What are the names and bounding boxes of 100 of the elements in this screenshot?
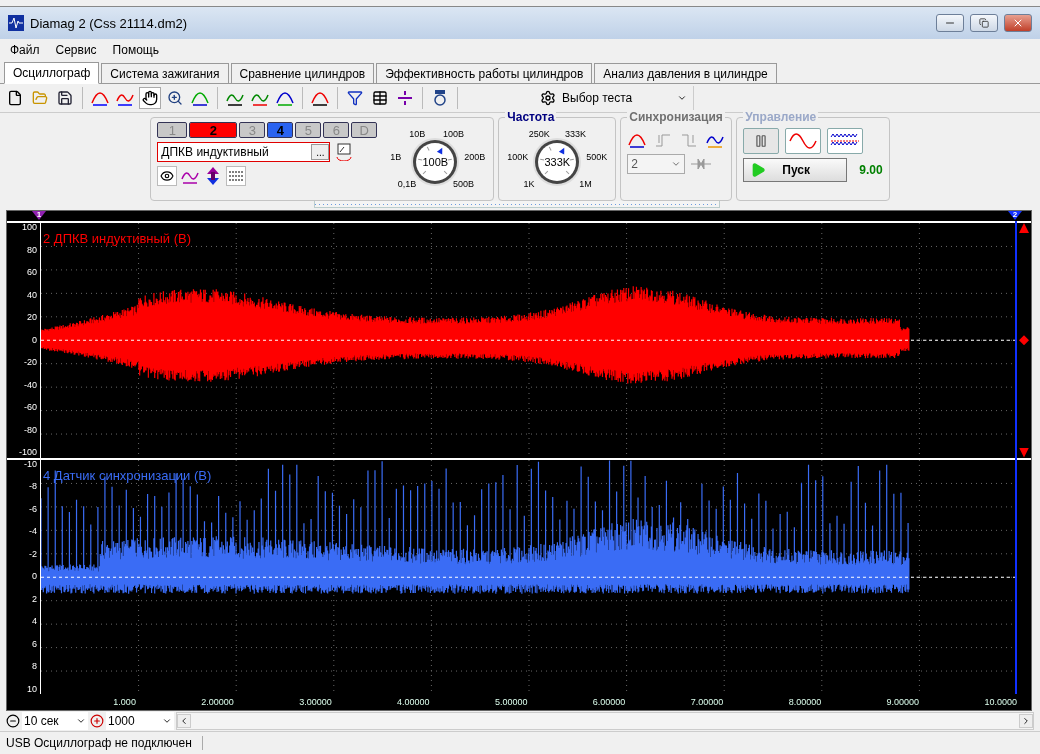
axis-tick-label: 20 <box>27 313 37 323</box>
axis-tick-label: 5.00000 <box>493 696 528 709</box>
caret-icon <box>162 716 172 726</box>
axis-tick-label: 2 <box>32 594 37 604</box>
step-up-icon <box>655 132 672 148</box>
axis-tick-label: -20 <box>24 358 37 368</box>
knob-scale-label: 250K <box>528 129 550 140</box>
arrows-icon <box>691 159 712 169</box>
hand-button[interactable] <box>139 87 161 109</box>
split-icon <box>397 90 413 106</box>
caret-icon <box>76 716 86 726</box>
menu-item[interactable]: Помощь <box>106 41 165 59</box>
maximize-button[interactable] <box>970 14 998 32</box>
zoom-in-icon[interactable] <box>90 714 104 728</box>
tab[interactable]: Сравнение цилиндров <box>230 63 375 83</box>
grid-lines-button[interactable] <box>226 166 247 186</box>
wave-icon <box>311 89 329 107</box>
axis-tick-label: -60 <box>24 403 37 413</box>
duration-dropdown[interactable]: 10 сек <box>22 712 88 730</box>
axis-tick-label: 6 <box>32 639 37 649</box>
knob-scale-label: 1В <box>390 152 402 163</box>
sensor-field[interactable]: ДПКВ индуктивный ... <box>157 142 331 162</box>
axis-tick-label: -4 <box>29 527 37 537</box>
close-button[interactable] <box>1004 14 1032 32</box>
knob-scale-label: 1K <box>523 178 535 189</box>
wave-icon <box>276 89 294 107</box>
axis-tick-label: -8 <box>29 482 37 492</box>
status-text: USB Осциллограф не подключен <box>0 736 203 750</box>
group-title: Синхронизация <box>627 110 725 124</box>
knob-scale-label: 0,1В <box>397 178 417 189</box>
close-icon <box>1012 17 1024 29</box>
tab[interactable]: Эффективность работы цилиндров <box>376 63 593 83</box>
axis-tick-label: 9.00000 <box>885 696 920 709</box>
axis-tick-label: 8 <box>32 662 37 672</box>
menu-item[interactable]: Сервис <box>49 41 103 59</box>
axis-tick-label: 2.00000 <box>200 696 234 709</box>
points-dropdown[interactable]: 1000 <box>106 712 174 730</box>
wave-icon <box>191 89 209 107</box>
axis-tick-label: 60 <box>27 268 37 278</box>
axis-tick-label: 6.00000 <box>591 696 626 709</box>
trace-label: 2 ДПКВ индуктивный (В) <box>43 231 192 246</box>
axis-tick-label: -40 <box>24 380 37 390</box>
sync-channel-dropdown[interactable]: 2 <box>627 154 686 174</box>
reading: 9.00 <box>859 163 883 177</box>
window-title: Diamag 2 (Css 21114.dm2) <box>30 15 188 31</box>
double-arrow-icon <box>206 167 221 185</box>
noise-mode-button[interactable] <box>827 128 864 154</box>
file-icon <box>7 90 23 106</box>
axis-tick-label: 10.0000 <box>983 696 1017 709</box>
knob-scale-label: 100K <box>507 152 529 163</box>
caret-icon <box>677 93 687 103</box>
sensor-name: ДПКВ индуктивный <box>161 145 269 159</box>
axis-tick-label: 4.00000 <box>396 696 430 709</box>
meter-icon <box>335 143 354 161</box>
axis-tick-label: 0 <box>32 572 37 582</box>
visibility-button[interactable] <box>157 166 178 186</box>
step-down-icon <box>681 132 698 148</box>
sine-mode-button[interactable] <box>785 128 822 154</box>
pause-icon <box>754 134 769 148</box>
eye-icon <box>160 169 175 183</box>
axis-tick-label: -6 <box>29 504 37 514</box>
knob-scale-label: 1M <box>579 178 592 189</box>
pause-button[interactable] <box>743 128 780 154</box>
marker-flag[interactable]: 1 <box>32 211 46 220</box>
wave-icon <box>91 89 109 107</box>
menu-item[interactable]: Файл <box>4 41 46 59</box>
browse-button[interactable]: ... <box>311 144 330 160</box>
knob-scale-label: 500K <box>586 152 608 163</box>
app-icon <box>8 15 24 31</box>
knob-scale-label: 200В <box>464 152 486 163</box>
axis-tick-label: -10 <box>24 459 37 469</box>
filter-icon <box>347 90 363 106</box>
axis-tick-label: -2 <box>29 549 37 559</box>
auto-gauge-icon <box>432 90 448 106</box>
axis-tick-label: 0 <box>32 335 37 345</box>
channel-button[interactable]: 2 <box>189 122 238 138</box>
channel-button[interactable]: 4 <box>267 122 294 138</box>
folder-icon <box>32 90 48 106</box>
zoom-out-icon[interactable] <box>6 714 20 728</box>
knob-scale-label: 100В <box>442 129 464 140</box>
knob-scale-label: 333K <box>564 129 586 140</box>
scroll-left-button[interactable] <box>177 714 191 728</box>
axis-tick-label: 100 <box>21 223 37 232</box>
marker-flag[interactable]: 2 <box>1008 211 1022 220</box>
hand-icon <box>142 90 158 106</box>
table-icon <box>372 90 388 106</box>
tab[interactable]: Система зажигания <box>101 63 229 83</box>
axis-tick-label: 3.00000 <box>298 696 332 709</box>
minimize-button[interactable] <box>936 14 964 32</box>
axis-tick-label: 40 <box>27 290 37 300</box>
tab[interactable]: Осциллограф <box>4 62 100 84</box>
sine-wave-icon <box>789 133 818 149</box>
knob-scale-label: 500В <box>453 178 475 189</box>
group-title: Частота <box>505 110 557 124</box>
tab[interactable]: Анализ давления в цилиндре <box>594 63 777 83</box>
scroll-right-button[interactable] <box>1019 714 1033 728</box>
knob-scale-label: 10В <box>409 129 426 140</box>
axis-tick-label: -80 <box>24 425 37 435</box>
axis-tick-label: 1.000 <box>112 696 136 709</box>
group-title: Управление <box>743 110 819 124</box>
